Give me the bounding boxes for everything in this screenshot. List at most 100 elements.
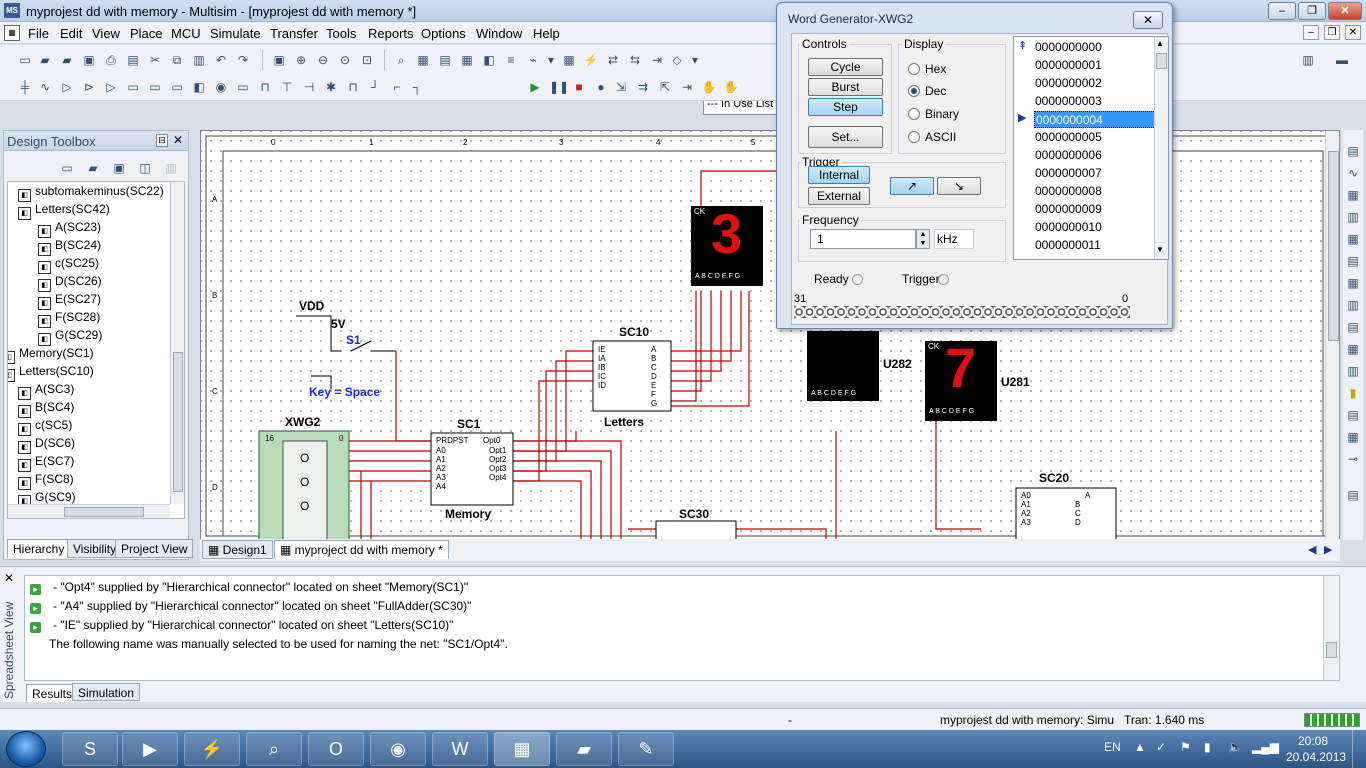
multisim-taskbar-icon[interactable]: ▦ bbox=[494, 732, 550, 766]
tab-myproject[interactable]: ▦ myproject dd with memory * bbox=[274, 540, 449, 559]
search-taskbar-icon[interactable]: ⌕ bbox=[246, 732, 302, 766]
misc-digital-icon[interactable]: ▭ bbox=[168, 78, 186, 96]
tree-item[interactable]: ◧ subtomakeminus(SC22) bbox=[18, 184, 164, 202]
power-tray-icon[interactable]: ▮ bbox=[1204, 740, 1211, 768]
menu-transfer[interactable]: Transfer bbox=[270, 26, 318, 41]
source-icon[interactable]: ╪ bbox=[16, 78, 34, 96]
tree-item[interactable]: ◧Memory(SC1) bbox=[8, 346, 94, 364]
save-icon[interactable]: ▣ bbox=[110, 159, 128, 177]
set-button[interactable]: Set... bbox=[808, 126, 883, 148]
word-row[interactable]: 0000000001 bbox=[1034, 57, 1158, 74]
restore-button[interactable]: ❐ bbox=[1298, 2, 1326, 20]
logic-converter-icon[interactable]: ▤ bbox=[1344, 318, 1362, 336]
power-icon[interactable]: ⊓ bbox=[256, 78, 274, 96]
oscilloscope-icon[interactable]: ▥ bbox=[1344, 208, 1362, 226]
measurement-probe-icon[interactable]: ⊸ bbox=[1344, 450, 1362, 468]
clock-date[interactable]: 20.04.2013 bbox=[1286, 750, 1346, 768]
run-to-cursor-icon[interactable]: ⇥ bbox=[678, 78, 696, 96]
tab-scroll-right-icon[interactable]: ▶ bbox=[1324, 543, 1332, 556]
word-row[interactable]: 0000000008 bbox=[1034, 183, 1158, 200]
tree-item[interactable]: ◧Letters(SC10) bbox=[8, 364, 94, 382]
chevron-down-icon[interactable]: ▾ bbox=[686, 51, 704, 69]
toolbox-pin-icon[interactable]: ⊟ bbox=[156, 134, 168, 147]
word-row[interactable]: 0000000007 bbox=[1034, 165, 1158, 182]
word-taskbar-icon[interactable]: W bbox=[432, 732, 488, 766]
undo-icon[interactable]: ↶ bbox=[212, 51, 230, 69]
word-row[interactable]: 0000000010 bbox=[1034, 219, 1158, 236]
menu-tools[interactable]: Tools bbox=[326, 26, 356, 41]
menu-help[interactable]: Help bbox=[533, 26, 560, 41]
tree-vertical-scrollbar[interactable] bbox=[170, 182, 184, 504]
wattmeter-icon[interactable]: ▦ bbox=[1344, 186, 1362, 204]
cut-icon[interactable]: ✂ bbox=[146, 51, 164, 69]
media-player-taskbar-icon[interactable]: ▶ bbox=[122, 732, 178, 766]
menu-file[interactable]: File bbox=[28, 26, 49, 41]
burst-button[interactable]: Burst bbox=[808, 78, 883, 96]
zoom-area-icon[interactable]: ⊙ bbox=[336, 51, 354, 69]
bus-icon[interactable]: ┘ bbox=[366, 78, 384, 96]
distortion-analyzer-icon[interactable]: ▥ bbox=[1344, 362, 1362, 380]
document-icon[interactable]: ▦ bbox=[4, 25, 20, 41]
zoom-fit-icon[interactable]: ⊡ bbox=[358, 51, 376, 69]
grid-icon[interactable]: ▦ bbox=[458, 51, 476, 69]
electrical-rules-icon[interactable]: ⚡ bbox=[582, 51, 600, 69]
multisim-app-icon[interactable]: MS bbox=[4, 3, 20, 18]
database-icon[interactable]: ▤ bbox=[436, 51, 454, 69]
chrome-taskbar-icon[interactable]: ◉ bbox=[370, 732, 426, 766]
panel-close-icon[interactable]: ✕ bbox=[4, 571, 14, 585]
logic-analyzer-icon[interactable]: ▥ bbox=[1344, 296, 1362, 314]
tab-visibility[interactable]: Visibility bbox=[67, 539, 123, 558]
forward-annotate-icon[interactable]: ⇥ bbox=[648, 51, 666, 69]
scroll-up-icon[interactable]: ▲ bbox=[1156, 39, 1164, 48]
results-scrollbar[interactable] bbox=[1323, 576, 1339, 680]
tab-hierarchy[interactable]: Hierarchy bbox=[7, 539, 71, 558]
fullscreen-icon[interactable]: ▣ bbox=[270, 51, 288, 69]
tab-scroll-left-icon[interactable]: ◀ bbox=[1308, 543, 1316, 556]
scrollbar-thumb[interactable] bbox=[173, 352, 183, 492]
variant-icon[interactable]: ◇ bbox=[668, 51, 686, 69]
tree-item[interactable]: ◧ F(SC8) bbox=[18, 472, 74, 490]
component-icon[interactable]: ◧ bbox=[480, 51, 498, 69]
explorer-taskbar-icon[interactable]: ▰ bbox=[556, 732, 612, 766]
mcu-icon[interactable]: ✱ bbox=[322, 78, 340, 96]
open-sample-icon[interactable]: ▰ bbox=[58, 51, 76, 69]
word-generator-icon[interactable]: ▦ bbox=[1344, 274, 1362, 292]
scrollbar-thumb[interactable] bbox=[1156, 53, 1167, 69]
tree-item[interactable]: ◧ Letters(SC42) bbox=[18, 202, 110, 220]
indicator-icon[interactable]: ◉ bbox=[212, 78, 230, 96]
tree-horizontal-scrollbar[interactable] bbox=[8, 504, 170, 518]
remove-breakpoints-icon[interactable]: ✋ bbox=[722, 78, 740, 96]
language-indicator[interactable]: EN bbox=[1104, 740, 1121, 768]
postprocessor-icon[interactable]: ≡ bbox=[502, 51, 520, 69]
mdi-close-button[interactable]: ✕ bbox=[1345, 25, 1361, 40]
menu-view[interactable]: View bbox=[92, 26, 120, 41]
tree-item[interactable]: ◧ G(SC29) bbox=[38, 328, 102, 346]
basic-icon[interactable]: ∿ bbox=[36, 78, 54, 96]
binary-radio[interactable]: Binary bbox=[908, 107, 959, 121]
word-row[interactable]: 0000000002 bbox=[1034, 75, 1158, 92]
tray-expand-icon[interactable]: ▲ bbox=[1134, 740, 1146, 768]
transistor-icon[interactable]: ⊳ bbox=[80, 78, 98, 96]
skype-taskbar-icon[interactable]: S bbox=[62, 732, 118, 766]
electromechanical-icon[interactable]: ⊣ bbox=[300, 78, 318, 96]
print-icon[interactable]: ⎙ bbox=[102, 51, 120, 69]
opera-taskbar-icon[interactable]: O bbox=[308, 732, 364, 766]
transfer-icon[interactable]: ⇄ bbox=[604, 51, 622, 69]
signal-tray-icon[interactable]: ▂▄▆ bbox=[1252, 740, 1279, 768]
close-button[interactable]: ✕ bbox=[1328, 2, 1362, 20]
scrollbar-thumb[interactable] bbox=[1326, 642, 1337, 658]
word-row[interactable]: 0000000005 bbox=[1034, 129, 1158, 146]
menu-edit[interactable]: Edit bbox=[60, 26, 82, 41]
tree-item[interactable]: ◧ c(SC5) bbox=[18, 418, 72, 436]
breadboard-icon[interactable]: ▦ bbox=[560, 51, 578, 69]
mdi-restore-button[interactable]: ❐ bbox=[1324, 25, 1340, 40]
cycle-button[interactable]: Cycle bbox=[808, 58, 883, 76]
word-row[interactable]: 0000000003 bbox=[1034, 93, 1158, 110]
multimeter-icon[interactable]: ▤ bbox=[1344, 142, 1362, 160]
menu-reports[interactable]: Reports bbox=[368, 26, 414, 41]
tab-project-view[interactable]: Project View bbox=[115, 539, 194, 558]
toggle-breakpoint-icon[interactable]: ✋ bbox=[700, 78, 718, 96]
mdi-minimize-button[interactable]: – bbox=[1303, 25, 1319, 40]
start-button[interactable] bbox=[6, 731, 46, 767]
paste-icon[interactable]: ▥ bbox=[190, 51, 208, 69]
